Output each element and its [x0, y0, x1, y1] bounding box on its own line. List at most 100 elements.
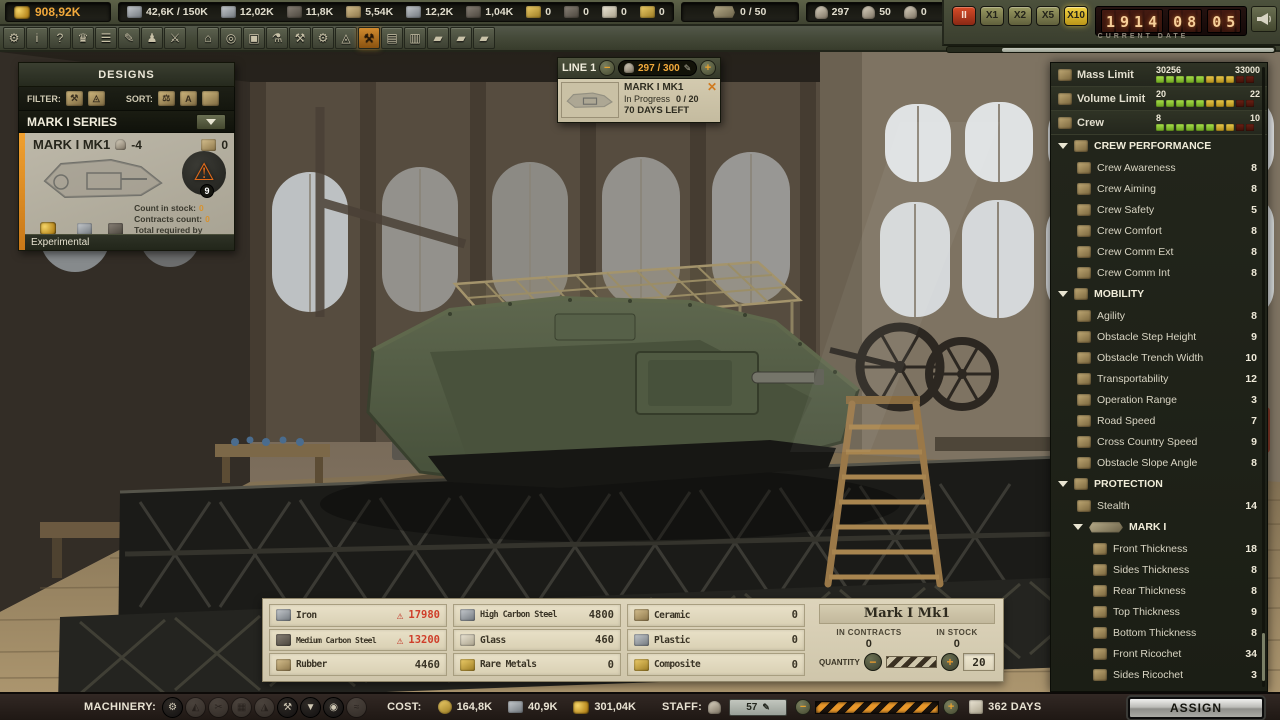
stat-row: Sides Ricochet3 — [1051, 664, 1267, 685]
engineer-icon — [815, 6, 828, 19]
tank-sales-icon[interactable]: ▰ — [450, 27, 472, 49]
series-header[interactable]: MARK I SERIES — [18, 111, 235, 133]
factory-icon[interactable]: ⌂ — [197, 27, 219, 49]
production-icon[interactable]: ⚒ — [358, 27, 380, 49]
quantity-label: QUANTITY — [819, 658, 860, 667]
machine-press-icon[interactable]: ▼ — [300, 697, 321, 718]
design-warning-indicator[interactable]: ⚠ 9 — [182, 151, 226, 195]
staff-label: STAFF: — [662, 701, 702, 713]
chevron-down-icon — [1058, 291, 1068, 297]
machine-lathe-icon[interactable]: ◭ — [185, 697, 206, 718]
machine-grinder-icon[interactable]: ◮ — [254, 697, 275, 718]
volume-limit-row: Volume Limit 2022 — [1051, 87, 1267, 111]
filter-type-icon[interactable]: ⚒ — [66, 91, 83, 106]
finance-icon[interactable]: ▣ — [243, 27, 265, 49]
speed-x1-button[interactable]: X1 — [980, 6, 1004, 26]
section-mark1-armor[interactable]: MARK I — [1051, 516, 1267, 538]
speed-x2-button[interactable]: X2 — [1008, 6, 1032, 26]
cross-country-speed-icon — [1077, 436, 1091, 448]
decrease-staff-button[interactable]: − — [599, 60, 615, 76]
world-map-icon[interactable]: ◎ — [220, 27, 242, 49]
filter-design-icon[interactable]: ◬ — [88, 91, 105, 106]
filter-sort-row: FILTER: ⚒ ◬ SORT: ⚖ A — [18, 87, 235, 111]
machine-furnace-icon[interactable]: ▦ — [231, 697, 252, 718]
tank-park-icon[interactable]: ▰ — [427, 27, 449, 49]
increase-staff-button[interactable]: + — [700, 60, 716, 76]
warning-triangle-icon: ⚠ — [193, 161, 215, 185]
machine-borer-icon[interactable]: ⚒ — [277, 697, 298, 718]
scrollbar-thumb[interactable] — [1002, 48, 1274, 52]
assembly-icon[interactable]: ▥ — [404, 27, 426, 49]
volume-limit-bar — [1156, 100, 1260, 107]
stat-row: Crew Safety5 — [1051, 199, 1267, 220]
staff-slider[interactable] — [815, 701, 939, 714]
chevron-down-icon — [206, 119, 216, 125]
money-bag-icon — [573, 701, 589, 714]
design-card-mark1-mk1[interactable]: MARK I MK1 -4 0 ⚠ 9 15,05K 2,04K 8240 — [18, 133, 235, 251]
settings-icon[interactable]: ⚙ — [3, 27, 25, 49]
glass-icon — [460, 634, 475, 646]
section-mobility[interactable]: MOBILITY — [1051, 283, 1267, 305]
crew-performance-icon — [1074, 140, 1088, 152]
quantity-value[interactable]: 20 — [963, 653, 995, 671]
section-crew-performance[interactable]: CREW PERFORMANCE — [1051, 135, 1267, 157]
machine-cutter-icon[interactable]: ✂ — [208, 697, 229, 718]
machine-saw-icon[interactable]: ≈ — [346, 697, 367, 718]
maintenance-icon[interactable]: ⚙ — [312, 27, 334, 49]
line-title: LINE 1 — [562, 62, 596, 74]
announcements-button[interactable] — [1251, 6, 1277, 32]
research-icon[interactable]: ⚗ — [266, 27, 288, 49]
volume-icon — [1058, 93, 1072, 105]
section-protection[interactable]: PROTECTION — [1051, 473, 1267, 495]
speed-x10-button[interactable]: X10 — [1064, 6, 1088, 26]
filter-label: FILTER: — [27, 94, 61, 104]
achievements-icon[interactable]: ♛ — [72, 27, 94, 49]
tank-awards-icon[interactable]: ▰ — [473, 27, 495, 49]
quantity-increase-button[interactable]: + — [941, 653, 959, 671]
designs-panel-title: DESIGNS — [18, 62, 235, 87]
shortage-warning-icon: ⚠ — [397, 635, 404, 646]
staff-decrease-button[interactable]: − — [795, 699, 811, 715]
edit-icon[interactable]: ✎ — [684, 63, 692, 74]
contracts-icon[interactable]: ✎ — [118, 27, 140, 49]
bottom-bar: MACHINERY: ⚙ ◭ ✂ ▦ ◮ ⚒ ▼ ◉ ≈ COST: 164,8… — [0, 692, 1280, 720]
vehicle-stats-panel: Mass Limit 3025633000 Volume Limit 2022 … — [1050, 62, 1268, 692]
pause-button[interactable]: II — [952, 6, 976, 26]
machine-drill-press-icon[interactable]: ⚙ — [162, 697, 183, 718]
close-icon[interactable]: ✕ — [707, 80, 717, 94]
machine-wheel-lathe-icon[interactable]: ◉ — [323, 697, 344, 718]
tank-sketch — [39, 155, 169, 201]
military-icon[interactable]: ⚔ — [164, 27, 186, 49]
stats-scrollbar-thumb[interactable] — [1262, 633, 1265, 681]
stat-row: Crew Comm Int8 — [1051, 262, 1267, 283]
library-icon[interactable]: ▤ — [381, 27, 403, 49]
sort-alpha-icon[interactable]: A — [180, 91, 197, 106]
date-month: 08 — [1168, 9, 1202, 33]
workshop-icon[interactable]: ⚒ — [289, 27, 311, 49]
plastic-icon — [634, 634, 649, 646]
staff-increase-button[interactable]: + — [943, 699, 959, 715]
staff-count-input[interactable]: 57✎ — [729, 699, 787, 716]
speed-x5-button[interactable]: X5 — [1036, 6, 1060, 26]
horizontal-scrollbar[interactable] — [946, 46, 1276, 53]
sort-cost-icon[interactable] — [202, 91, 219, 106]
quantity-decrease-button[interactable]: − — [864, 653, 882, 671]
resource-value: 5,54K — [365, 6, 393, 18]
quantity-slider[interactable] — [886, 656, 937, 668]
sort-weight-icon[interactable]: ⚖ — [158, 91, 175, 106]
mass-limit-bar — [1156, 76, 1260, 83]
design-tag: Experimental — [19, 234, 234, 250]
tank-sketch — [565, 87, 615, 113]
chevron-down-icon — [1058, 481, 1068, 487]
top-thickness-icon — [1093, 606, 1107, 618]
worker-icon — [624, 63, 634, 73]
help-icon[interactable]: ? — [49, 27, 71, 49]
design-bureau-icon[interactable]: ◬ — [335, 27, 357, 49]
series-collapse-button[interactable] — [196, 114, 226, 130]
personnel-icon[interactable]: ♟ — [141, 27, 163, 49]
info-icon[interactable]: i — [26, 27, 48, 49]
assign-button[interactable]: ASSIGN — [1128, 697, 1264, 719]
stats-scrollbar-track[interactable] — [1262, 67, 1265, 687]
newspaper-icon[interactable]: ☰ — [95, 27, 117, 49]
tank-silhouette-icon — [1089, 522, 1123, 533]
